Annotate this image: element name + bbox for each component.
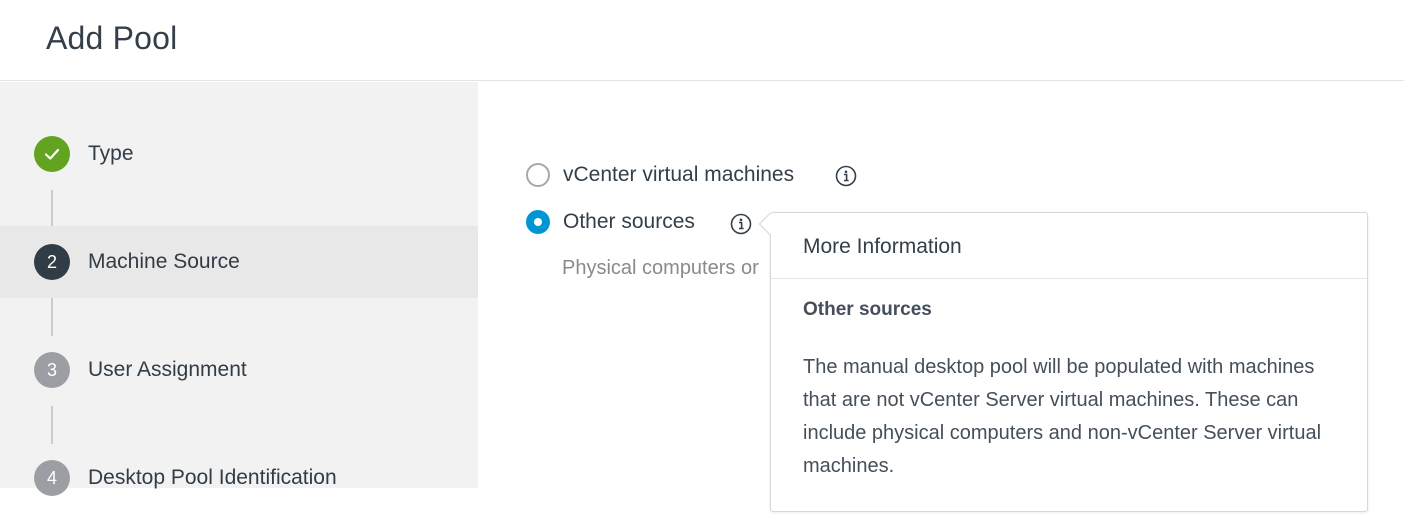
step-connector [51, 406, 53, 444]
radio-vcenter-virtual-machines[interactable]: vCenter virtual machines [526, 163, 794, 187]
step-number: 4 [34, 460, 70, 496]
radio-label: vCenter virtual machines [563, 163, 795, 186]
option-description: Physical computers or [562, 257, 759, 279]
page-header: Add Pool [0, 0, 1404, 81]
step-number: 2 [34, 244, 70, 280]
step-label: Type [88, 142, 134, 165]
step-label: Machine Source [88, 250, 240, 273]
radio-label: Other sources [563, 210, 695, 233]
step-connector [51, 298, 53, 336]
radio-button[interactable] [526, 210, 550, 234]
step-user-assignment[interactable]: 3 User Assignment [0, 334, 478, 406]
popover-title: More Information [803, 235, 962, 258]
wizard-steps-sidebar: Type 2 Machine Source 3 User Assignment … [0, 82, 478, 496]
popover-divider [771, 278, 1367, 279]
step-number: 3 [34, 352, 70, 388]
popover-body: The manual desktop pool will be populate… [803, 356, 1322, 477]
info-popover: More Information Other sources The manua… [758, 212, 1368, 512]
step-type[interactable]: Type [0, 118, 478, 190]
step-machine-source[interactable]: 2 Machine Source [0, 226, 478, 298]
step-connector [51, 190, 53, 228]
radio-other-sources[interactable]: Other sources [526, 210, 695, 234]
popover-subtitle: Other sources [803, 299, 932, 320]
info-icon[interactable] [835, 165, 857, 187]
page-title: Add Pool [46, 20, 178, 56]
step-label: User Assignment [88, 358, 247, 381]
checkmark-icon [34, 136, 70, 172]
info-icon[interactable] [730, 213, 752, 235]
step-desktop-pool-identification[interactable]: 4 Desktop Pool Identification [0, 442, 478, 514]
step-label: Desktop Pool Identification [88, 466, 337, 489]
radio-button[interactable] [526, 163, 550, 187]
